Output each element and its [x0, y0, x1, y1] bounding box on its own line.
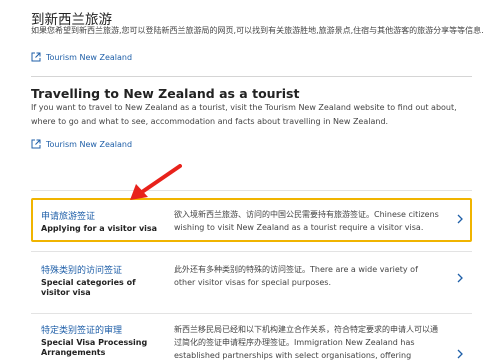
row-en-title: Special categories of visitor visa [41, 278, 136, 297]
row-zh-title[interactable]: 特殊类别的访问签证 [41, 263, 161, 276]
link-label[interactable]: Tourism New Zealand [46, 53, 132, 62]
row-description: 此外还有多种类别的特殊的访问签证。There are a wide variet… [174, 265, 418, 287]
chevron-right-icon[interactable] [456, 349, 464, 359]
chevron-right-icon[interactable] [456, 214, 464, 224]
row-zh-title[interactable]: 特定类别签证的审理 [41, 323, 161, 336]
chevron-right-icon[interactable] [456, 273, 464, 283]
external-link-icon [31, 52, 41, 62]
external-link-icon [31, 139, 41, 149]
row-divider [31, 190, 472, 191]
section-divider [31, 76, 472, 77]
row-divider [31, 251, 472, 252]
row-en-title: Applying for a visitor visa [41, 224, 158, 233]
visa-row-processing-arrangements[interactable]: 特定类别签证的审理 Special Visa Processing Arrang… [31, 323, 472, 363]
row-title-block: 申请旅游签证 Applying for a visitor visa [41, 209, 161, 234]
row-divider [31, 313, 472, 314]
tourist-heading: Travelling to New Zealand as a tourist [31, 86, 300, 101]
visa-row-applying[interactable]: 申请旅游签证 Applying for a visitor visa 欲入境新西… [31, 198, 472, 242]
visa-row-special-categories[interactable]: 特殊类别的访问签证 Special categories of visitor … [31, 263, 472, 303]
row-description: 新西兰移民局已经和以下机构建立合作关系，符合特定要求的申请人可以通过简化的签证申… [174, 325, 438, 360]
tourism-nz-link-2[interactable]: Tourism New Zealand [31, 139, 471, 149]
row-title-block: 特定类别签证的审理 Special Visa Processing Arrang… [41, 323, 161, 358]
tourist-description: If you want to travel to New Zealand as … [31, 103, 457, 126]
row-en-title: Special Visa Processing Arrangements [41, 338, 148, 357]
tourism-nz-link-1[interactable]: Tourism New Zealand [31, 52, 471, 62]
link-label[interactable]: Tourism New Zealand [46, 140, 132, 149]
annotation-arrow-icon [130, 164, 182, 200]
row-zh-title[interactable]: 申请旅游签证 [41, 209, 161, 222]
row-description: 欲入境新西兰旅游、访问的中国公民需要持有旅游签证。Chinese citizen… [174, 210, 439, 232]
intro-description: 如果您希望到新西兰旅游,您可以登陆新西兰旅游局的网页,可以找到有关旅游胜地,旅游… [31, 26, 484, 35]
row-title-block: 特殊类别的访问签证 Special categories of visitor … [41, 263, 161, 298]
